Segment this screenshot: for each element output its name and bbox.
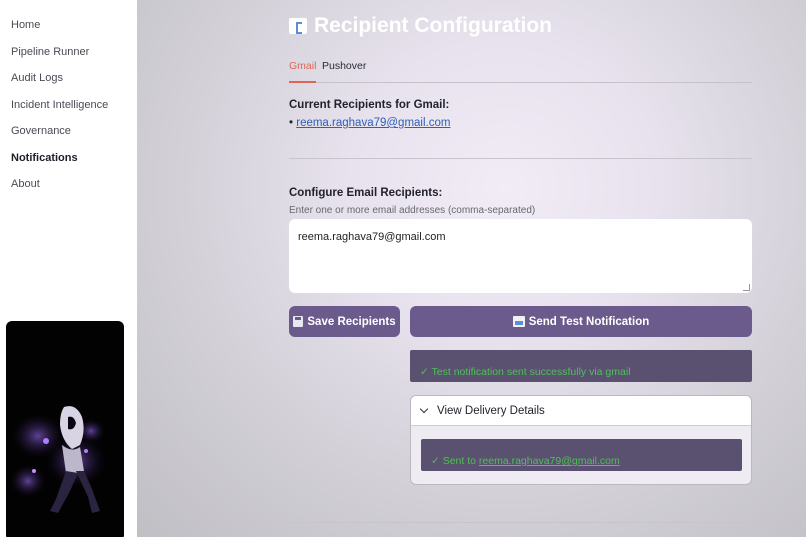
hooded-figure-illustration xyxy=(10,406,106,513)
email-icon xyxy=(289,18,307,34)
email-recipients-input[interactable] xyxy=(289,219,752,293)
outbox-tray-icon xyxy=(512,316,525,327)
sidebar-item-notifications[interactable]: Notifications xyxy=(11,151,78,165)
delivery-details-label: View Delivery Details xyxy=(437,404,545,417)
sidebar-item-governance[interactable]: Governance xyxy=(11,124,71,138)
page-title: Recipient Configuration xyxy=(289,12,552,40)
section-divider xyxy=(289,158,752,159)
sent-email-link[interactable]: reema.raghava79@gmail.com xyxy=(479,455,620,467)
sidebar-item-home[interactable]: Home xyxy=(11,18,40,32)
save-recipients-button[interactable]: Save Recipients xyxy=(289,306,400,337)
send-test-notification-label: Send Test Notification xyxy=(528,315,650,328)
sidebar-item-audit-logs[interactable]: Audit Logs xyxy=(11,71,63,85)
textarea-resize-handle[interactable] xyxy=(743,284,750,291)
bullet: • xyxy=(289,117,294,129)
delivery-details-expander: View Delivery Details ✓ Sent to reema.ra… xyxy=(410,395,752,485)
configure-recipients-heading: Configure Email Recipients: xyxy=(289,187,443,199)
tab-bar: Gmail Pushover xyxy=(289,59,752,83)
save-recipients-label: Save Recipients xyxy=(307,315,396,328)
sent-confirmation: ✓ Sent to reema.raghava79@gmail.com xyxy=(421,439,742,471)
tab-pushover[interactable]: Pushover xyxy=(322,59,366,83)
send-test-notification-button[interactable]: Send Test Notification xyxy=(410,306,752,337)
floppy-disk-icon xyxy=(293,316,304,327)
current-recipients-heading: Current Recipients for Gmail: xyxy=(289,99,450,111)
tab-gmail[interactable]: Gmail xyxy=(289,59,317,83)
bottom-divider xyxy=(289,522,752,523)
page-title-text: Recipient Configuration xyxy=(314,14,552,37)
recipient-email-link[interactable]: reema.raghava79@gmail.com xyxy=(296,117,450,129)
sidebar-item-incident-intelligence[interactable]: Incident Intelligence xyxy=(11,98,108,112)
chevron-down-icon xyxy=(419,404,429,414)
sidebar-item-pipeline-runner[interactable]: Pipeline Runner xyxy=(11,45,89,59)
sidebar-item-about[interactable]: About xyxy=(11,177,40,191)
email-help-text: Enter one or more email addresses (comma… xyxy=(289,205,536,216)
sidebar-hooded-figure-image xyxy=(6,321,124,537)
current-recipient-item: • reema.raghava79@gmail.com xyxy=(289,117,450,129)
delivery-details-toggle[interactable]: View Delivery Details xyxy=(411,396,751,426)
sidebar: Home Pipeline Runner Audit Logs Incident… xyxy=(0,0,137,537)
sent-prefix: ✓ Sent to xyxy=(431,455,479,467)
main-content: Recipient Configuration Gmail Pushover C… xyxy=(137,0,806,537)
success-alert: ✓ Test notification sent successfully vi… xyxy=(410,350,752,382)
